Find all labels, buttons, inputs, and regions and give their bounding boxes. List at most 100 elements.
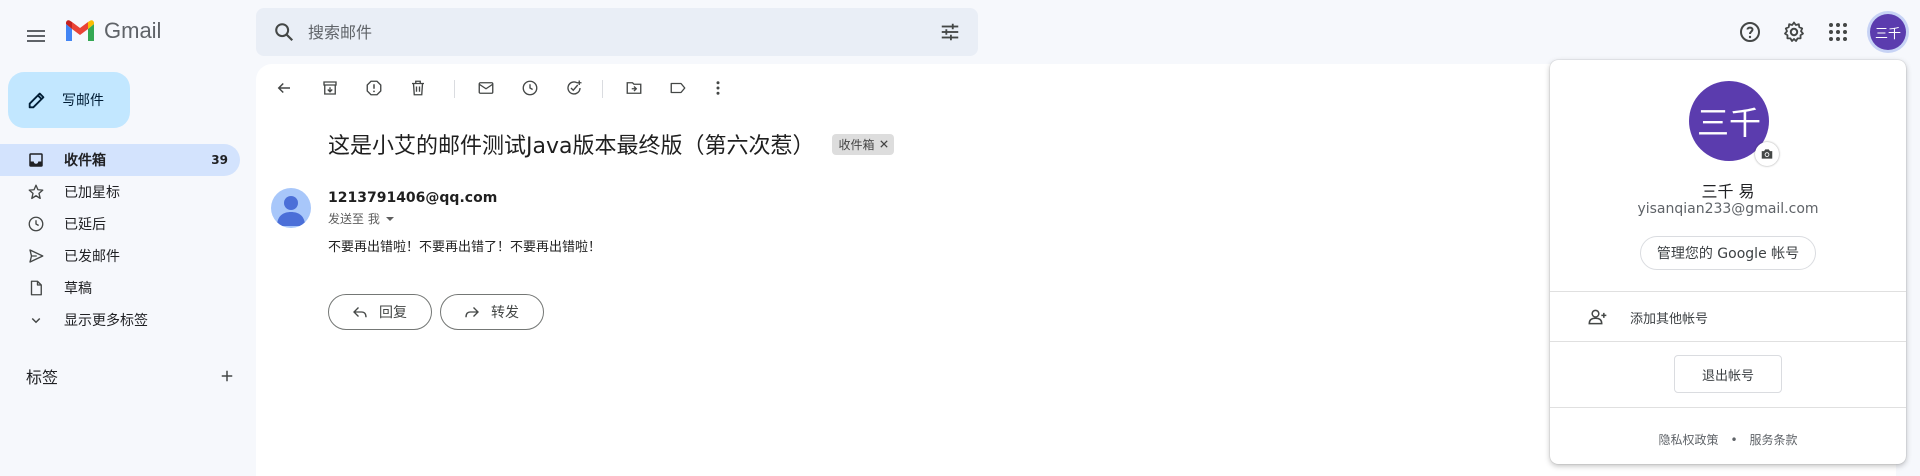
account-avatar-button[interactable]: 三千 (1870, 14, 1906, 50)
labels-button[interactable] (662, 72, 694, 104)
arrow-left-icon (275, 79, 293, 97)
snooze-button[interactable] (514, 72, 546, 104)
apps-button[interactable] (1818, 12, 1858, 52)
add-label-button[interactable] (218, 367, 236, 385)
folder-move-icon (625, 79, 643, 97)
recipient-details-toggle[interactable]: 发送至 我 (328, 210, 396, 227)
person-add-icon (1588, 307, 1608, 327)
compose-button[interactable]: 写邮件 (8, 72, 130, 128)
forward-button[interactable]: 转发 (440, 294, 544, 330)
reply-button[interactable]: 回复 (328, 294, 432, 330)
account-email: yisanqian233@gmail.com (1637, 201, 1819, 217)
help-button[interactable] (1730, 12, 1770, 52)
label-icon (669, 79, 687, 97)
footer-separator: • (1730, 432, 1738, 447)
back-button[interactable] (268, 72, 300, 104)
reply-icon (351, 303, 369, 321)
star-icon (26, 182, 46, 202)
clock-icon (521, 79, 539, 97)
sender-avatar[interactable] (271, 188, 311, 228)
menu-icon (24, 24, 48, 48)
clock-icon (26, 214, 46, 234)
mail-icon (477, 79, 495, 97)
manage-account-button[interactable]: 管理您的 Google 帐号 (1640, 236, 1816, 270)
help-icon (1738, 20, 1762, 44)
change-photo-button[interactable] (1755, 142, 1779, 166)
email-body: 不要再出错啦！不要再出错了！不要再出错啦！ (328, 240, 602, 255)
sidebar-item-more[interactable]: 显示更多标签 (0, 304, 240, 336)
email-subject: 这是小艾的邮件测试Java版本最终版（第六次惹） (328, 134, 815, 159)
trash-icon (409, 79, 427, 97)
move-to-button[interactable] (618, 72, 650, 104)
mark-unread-button[interactable] (470, 72, 502, 104)
search-options-icon[interactable] (926, 8, 974, 56)
send-icon (26, 246, 46, 266)
sidebar-item-label: 显示更多标签 (64, 313, 148, 329)
gear-icon (1782, 20, 1806, 44)
label-chip-text: 收件箱 (838, 137, 875, 152)
popup-footer: 隐私权政策 • 服务条款 (1550, 431, 1906, 448)
search-input[interactable] (308, 22, 926, 42)
report-spam-button[interactable] (358, 72, 390, 104)
sidebar-item-starred[interactable]: 已加星标 (0, 176, 240, 208)
inbox-label-chip: 收件箱 (832, 133, 894, 155)
archive-button[interactable] (314, 72, 346, 104)
sidebar-item-snoozed[interactable]: 已延后 (0, 208, 240, 240)
archive-icon (321, 79, 339, 97)
reply-label: 回复 (379, 305, 407, 321)
sidebar-item-label: 草稿 (64, 281, 92, 297)
privacy-policy-link[interactable]: 隐私权政策 (1658, 431, 1718, 448)
sidebar-item-label: 已延后 (64, 217, 106, 233)
sidebar-item-label: 收件箱 (64, 153, 106, 169)
close-icon (879, 140, 888, 148)
plus-icon (218, 367, 236, 385)
settings-button[interactable] (1774, 12, 1814, 52)
remove-label-button[interactable] (879, 140, 888, 148)
main-menu-button[interactable] (16, 16, 56, 56)
camera-icon (1760, 147, 1774, 161)
email-subject-row: 这是小艾的邮件测试Java版本最终版（第六次惹） 收件箱 (328, 128, 894, 160)
labels-section-header: 标签 (26, 362, 236, 390)
more-vert-icon (709, 79, 727, 97)
sidebar-item-label: 已发邮件 (64, 249, 120, 265)
unread-count: 39 (211, 153, 228, 167)
account-name: 三千 易 (1701, 182, 1755, 201)
gmail-logo[interactable]: Gmail (64, 18, 161, 44)
sidebar-item-drafts[interactable]: 草稿 (0, 272, 240, 304)
caret-down-icon (384, 213, 396, 225)
inbox-icon (26, 150, 46, 170)
app-name: Gmail (104, 18, 162, 43)
recipient-line: 发送至 我 (328, 212, 380, 226)
sidebar-nav: 收件箱 39 已加星标 已延后 已发邮件 草稿 显示更多标签 (0, 144, 240, 336)
add-to-tasks-button[interactable] (558, 72, 590, 104)
account-popup: 三千 三千 易 yisanqian233@gmail.com 管理您的 Goog… (1550, 60, 1906, 464)
popup-divider (1550, 341, 1906, 342)
sidebar-item-sent[interactable]: 已发邮件 (0, 240, 240, 272)
forward-label: 转发 (491, 305, 519, 321)
labels-heading: 标签 (26, 368, 59, 387)
toolbar-divider (454, 80, 455, 98)
search-icon[interactable] (260, 8, 308, 56)
popup-divider (1550, 407, 1906, 408)
report-icon (365, 79, 383, 97)
add-account-label: 添加其他帐号 (1630, 311, 1709, 327)
toolbar-divider (602, 80, 603, 98)
compose-label: 写邮件 (62, 93, 104, 109)
sender-address[interactable]: 1213791406@qq.com (328, 190, 497, 206)
apps-grid-icon (1826, 20, 1850, 44)
draft-icon (26, 278, 46, 298)
task-add-icon (565, 79, 583, 97)
terms-of-service-link[interactable]: 服务条款 (1750, 431, 1798, 448)
delete-button[interactable] (402, 72, 434, 104)
pencil-icon (26, 89, 48, 111)
sidebar-item-inbox[interactable]: 收件箱 39 (0, 144, 240, 176)
add-account-button[interactable]: 添加其他帐号 (1550, 292, 1906, 342)
search-bar[interactable] (256, 8, 978, 56)
sidebar-item-label: 已加星标 (64, 185, 120, 201)
sign-out-button[interactable]: 退出帐号 (1674, 355, 1782, 393)
chevron-down-icon (26, 310, 46, 330)
forward-icon (463, 303, 481, 321)
more-actions-button[interactable] (702, 72, 734, 104)
person-icon (277, 196, 305, 226)
gmail-m-icon (64, 19, 96, 43)
